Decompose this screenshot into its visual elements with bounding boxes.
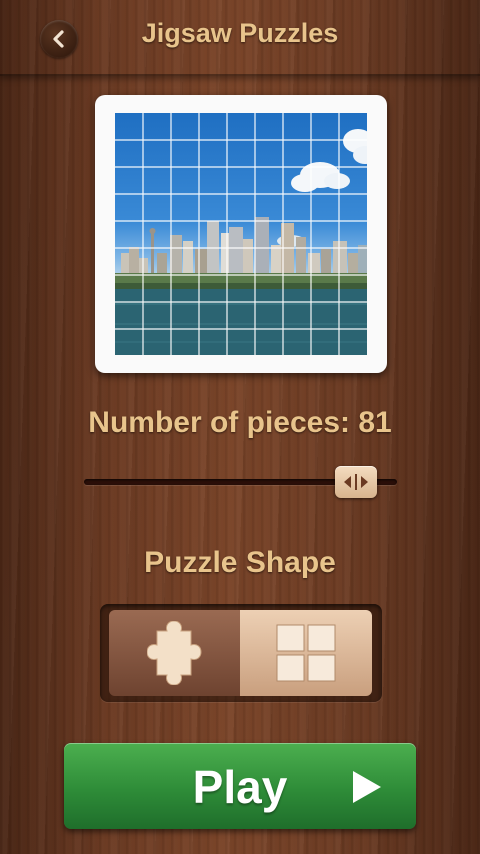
pieces-slider-handle[interactable]: [335, 466, 377, 498]
pieces-count-label: Number of pieces: 81: [88, 406, 392, 439]
puzzle-shape-label: Puzzle Shape: [144, 546, 336, 579]
page-title: Jigsaw Puzzles: [141, 18, 339, 48]
puzzle-preview-image: [115, 113, 367, 355]
square-grid-icon: [276, 624, 336, 682]
jigsaw-piece-icon: [147, 621, 202, 685]
square-shape-option[interactable]: [240, 610, 372, 696]
puzzle-shape-selector: [100, 604, 382, 702]
play-button[interactable]: Play: [64, 743, 416, 829]
play-arrow-icon: [353, 771, 381, 803]
header-bar: Jigsaw Puzzles: [0, 0, 480, 76]
slider-arrows-icon: [344, 474, 368, 490]
puzzle-preview-frame[interactable]: [95, 95, 387, 373]
jigsaw-shape-option[interactable]: [109, 610, 240, 696]
